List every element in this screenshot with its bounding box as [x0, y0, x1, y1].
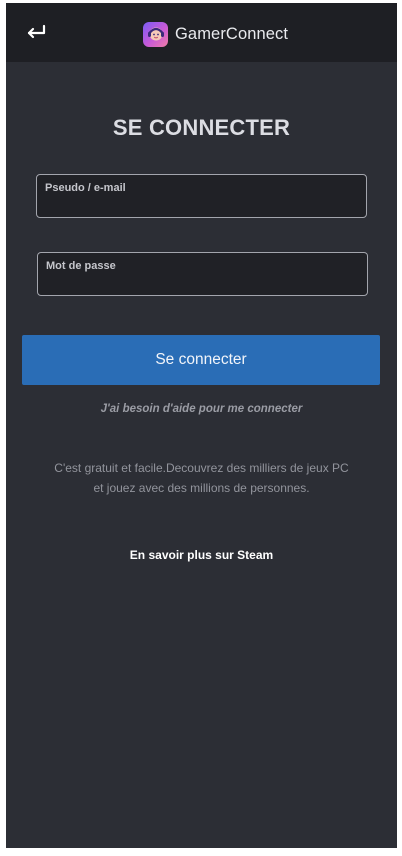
password-field[interactable]: Mot de passe	[37, 252, 368, 296]
login-button[interactable]: Se connecter	[22, 335, 380, 385]
password-label: Mot de passe	[46, 260, 116, 272]
app-screen: GamerConnect SE CONNECTER Pseudo / e-mai…	[6, 3, 397, 848]
app-name: GamerConnect	[175, 24, 289, 43]
return-arrow-icon[interactable]	[24, 21, 48, 45]
gamer-avatar-icon	[143, 21, 168, 47]
password-input[interactable]	[46, 275, 359, 291]
username-field[interactable]: Pseudo / e-mail	[36, 174, 367, 218]
page-title: SE CONNECTER	[112, 115, 291, 140]
steam-info-link[interactable]: En savoir plus sur Steam	[6, 548, 397, 562]
username-input[interactable]	[45, 197, 358, 213]
username-label: Pseudo / e-mail	[45, 182, 126, 194]
promo-text: C'est gratuit et facile.Decouvrez des mi…	[54, 461, 349, 495]
brand: GamerConnect	[143, 21, 288, 47]
top-bar: GamerConnect	[6, 3, 397, 62]
help-link[interactable]: J'ai besoin d'aide pour me connecter	[6, 403, 397, 415]
